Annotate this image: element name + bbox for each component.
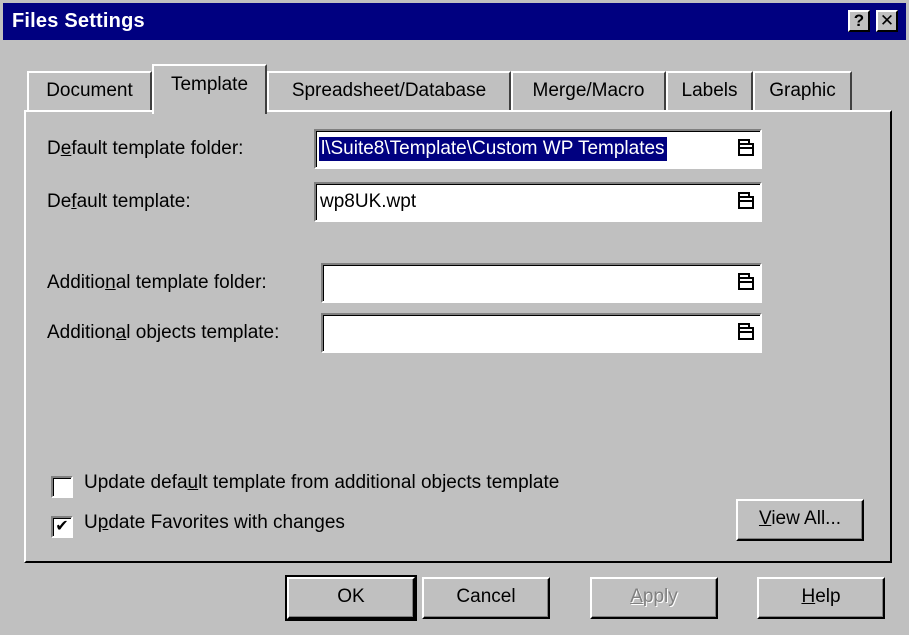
tab-document[interactable]: Document — [27, 71, 152, 111]
additional-template-folder-field[interactable] — [321, 263, 762, 303]
folder-icon[interactable] — [738, 323, 754, 340]
folder-icon[interactable] — [738, 273, 754, 290]
default-template-field[interactable]: wp8UK.wpt — [314, 182, 762, 222]
help-button[interactable]: Help — [757, 577, 885, 619]
default-template-value: wp8UK.wpt — [320, 191, 417, 212]
folder-icon[interactable] — [738, 139, 754, 156]
tab-label: Spreadsheet/Database — [291, 80, 487, 101]
additional-objects-template-label: Additional objects template: — [47, 322, 280, 343]
tab-label: Graphic — [769, 80, 836, 101]
template-tab-panel: Default template folder: l\Suite8\Templa… — [24, 110, 892, 563]
tab-graphic[interactable]: Graphic — [753, 71, 852, 111]
tab-spreadsheet-database[interactable]: Spreadsheet/Database — [267, 71, 511, 111]
tab-label: Template — [170, 74, 249, 95]
tab-template[interactable]: Template — [152, 64, 267, 114]
default-template-folder-field[interactable]: l\Suite8\Template\Custom WP Templates — [314, 129, 762, 169]
title-bar[interactable]: Files Settings ? ✕ — [3, 3, 906, 40]
ok-button[interactable]: OK — [285, 575, 417, 621]
checkmark-icon: ✔ — [55, 518, 69, 535]
tab-label: Labels — [681, 80, 738, 101]
default-template-folder-value: l\Suite8\Template\Custom WP Templates — [319, 137, 667, 161]
help-icon[interactable]: ? — [848, 10, 870, 32]
tab-label: Merge/Macro — [532, 80, 645, 101]
additional-template-folder-label: Additional template folder: — [47, 272, 267, 293]
update-favorites-label: Update Favorites with changes — [84, 512, 345, 533]
apply-button[interactable]: Apply — [590, 577, 718, 619]
cancel-button[interactable]: Cancel — [422, 577, 550, 619]
files-settings-dialog: Files Settings ? ✕ Document Template Spr… — [0, 0, 909, 635]
default-template-folder-label: Default template folder: — [47, 138, 244, 159]
default-template-label: Default template: — [47, 191, 191, 212]
tab-labels[interactable]: Labels — [666, 71, 753, 111]
view-all-button[interactable]: View All... — [736, 499, 864, 541]
additional-objects-template-field[interactable] — [321, 313, 762, 353]
close-icon[interactable]: ✕ — [876, 10, 898, 32]
update-default-template-label: Update default template from additional … — [84, 472, 560, 493]
tab-label: Document — [46, 80, 133, 101]
update-favorites-checkbox[interactable]: ✔ — [51, 516, 73, 538]
tab-merge-macro[interactable]: Merge/Macro — [511, 71, 666, 111]
update-default-template-checkbox[interactable] — [51, 476, 73, 498]
window-title: Files Settings — [12, 10, 145, 32]
folder-icon[interactable] — [738, 192, 754, 209]
